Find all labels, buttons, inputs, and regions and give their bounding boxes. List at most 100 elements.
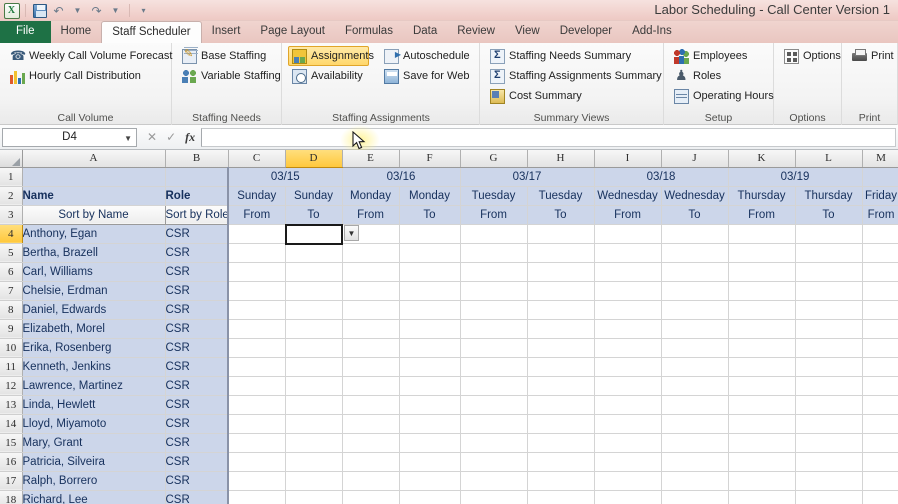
schedule-cell[interactable]	[661, 300, 729, 320]
schedule-cell[interactable]	[594, 300, 662, 320]
schedule-cell[interactable]	[342, 357, 400, 377]
schedule-cell[interactable]	[228, 338, 286, 358]
schedule-cell[interactable]	[399, 281, 461, 301]
employee-role[interactable]: CSR	[165, 490, 229, 504]
schedule-cell[interactable]	[661, 224, 729, 244]
employee-name[interactable]: Erika, Rosenberg	[22, 338, 166, 358]
schedule-cell[interactable]	[342, 414, 400, 434]
schedule-cell[interactable]	[460, 243, 528, 263]
cell-fromto-i3[interactable]: From	[594, 205, 662, 225]
schedule-cell[interactable]	[460, 300, 528, 320]
schedule-cell[interactable]	[728, 471, 796, 491]
schedule-cell[interactable]	[228, 262, 286, 282]
schedule-cell[interactable]	[795, 262, 863, 282]
schedule-cell[interactable]	[594, 224, 662, 244]
schedule-cell[interactable]	[862, 224, 898, 244]
schedule-cell[interactable]	[285, 376, 343, 396]
schedule-cell[interactable]	[795, 338, 863, 358]
schedule-cell[interactable]	[795, 414, 863, 434]
cell-date-0319[interactable]: 03/19	[728, 167, 863, 187]
cell-name-header[interactable]: Name	[22, 186, 166, 206]
schedule-cell[interactable]	[862, 376, 898, 396]
schedule-cell[interactable]	[285, 395, 343, 415]
employee-role[interactable]: CSR	[165, 319, 229, 339]
ribbon-item-weekly-call-volume-forecast[interactable]: Weekly Call Volume Forecast	[6, 46, 172, 66]
row-header-9[interactable]: 9	[0, 319, 23, 339]
employee-name[interactable]: Lloyd, Miyamoto	[22, 414, 166, 434]
schedule-cell[interactable]	[795, 357, 863, 377]
name-box[interactable]: D4 ▼	[2, 127, 137, 147]
schedule-cell[interactable]	[661, 243, 729, 263]
schedule-cell[interactable]	[795, 300, 863, 320]
schedule-cell[interactable]	[460, 224, 528, 244]
schedule-cell[interactable]	[285, 319, 343, 339]
schedule-cell[interactable]	[228, 376, 286, 396]
row-header-18[interactable]: 18	[0, 490, 23, 504]
redo-icon[interactable]: ↷	[88, 2, 105, 19]
schedule-cell[interactable]	[795, 490, 863, 504]
schedule-cell[interactable]	[460, 490, 528, 504]
schedule-cell[interactable]	[795, 376, 863, 396]
employee-role[interactable]: CSR	[165, 433, 229, 453]
schedule-cell[interactable]	[527, 376, 595, 396]
row-header-2[interactable]: 2	[0, 186, 23, 206]
schedule-cell[interactable]	[342, 490, 400, 504]
ribbon-item-employees[interactable]: Employees	[670, 46, 768, 66]
schedule-cell[interactable]	[285, 414, 343, 434]
schedule-cell[interactable]	[342, 300, 400, 320]
cell-fromto-f3[interactable]: To	[399, 205, 461, 225]
cell-date-0318[interactable]: 03/18	[594, 167, 729, 187]
schedule-cell[interactable]	[399, 338, 461, 358]
tab-home[interactable]: Home	[51, 21, 102, 43]
row-header-14[interactable]: 14	[0, 414, 23, 434]
schedule-cell[interactable]	[594, 395, 662, 415]
schedule-cell[interactable]	[862, 471, 898, 491]
schedule-cell[interactable]	[795, 433, 863, 453]
schedule-cell[interactable]	[795, 319, 863, 339]
schedule-cell[interactable]	[862, 414, 898, 434]
cell-day-m2[interactable]: Friday	[862, 186, 898, 206]
schedule-cell[interactable]	[527, 433, 595, 453]
column-header-a[interactable]: A	[22, 150, 166, 168]
tab-insert[interactable]: Insert	[202, 21, 251, 43]
row-header-16[interactable]: 16	[0, 452, 23, 472]
cell-b1[interactable]	[165, 167, 229, 187]
schedule-cell[interactable]	[795, 243, 863, 263]
select-all-corner[interactable]	[0, 150, 23, 168]
schedule-cell[interactable]	[527, 471, 595, 491]
schedule-cell[interactable]	[228, 395, 286, 415]
schedule-cell[interactable]	[342, 338, 400, 358]
schedule-cell[interactable]	[594, 338, 662, 358]
column-header-c[interactable]: C	[228, 150, 286, 168]
schedule-cell[interactable]	[594, 319, 662, 339]
schedule-cell[interactable]	[594, 414, 662, 434]
schedule-cell[interactable]	[728, 452, 796, 472]
schedule-cell[interactable]	[228, 319, 286, 339]
schedule-cell[interactable]	[527, 224, 595, 244]
column-header-f[interactable]: F	[399, 150, 461, 168]
cell-day-f2[interactable]: Monday	[399, 186, 461, 206]
employee-name[interactable]: Elizabeth, Morel	[22, 319, 166, 339]
schedule-cell[interactable]	[228, 490, 286, 504]
spreadsheet-grid[interactable]: A B C D E F G H I J K L M 1 03/15 03/16	[0, 150, 898, 504]
cell-day-h2[interactable]: Tuesday	[527, 186, 595, 206]
schedule-cell[interactable]	[399, 243, 461, 263]
employee-name[interactable]: Chelsie, Erdman	[22, 281, 166, 301]
column-header-g[interactable]: G	[460, 150, 528, 168]
schedule-cell[interactable]	[527, 414, 595, 434]
cell-fromto-d3[interactable]: To	[285, 205, 343, 225]
schedule-cell[interactable]	[594, 281, 662, 301]
schedule-cell[interactable]	[661, 433, 729, 453]
cell-a1[interactable]	[22, 167, 166, 187]
employee-role[interactable]: CSR	[165, 281, 229, 301]
schedule-cell[interactable]	[728, 338, 796, 358]
ribbon-item-hourly-call-distribution[interactable]: Hourly Call Distribution	[6, 66, 166, 86]
schedule-cell[interactable]	[661, 357, 729, 377]
column-header-e[interactable]: E	[342, 150, 400, 168]
employee-name[interactable]: Mary, Grant	[22, 433, 166, 453]
schedule-cell[interactable]	[728, 319, 796, 339]
employee-role[interactable]: CSR	[165, 243, 229, 263]
employee-role[interactable]: CSR	[165, 300, 229, 320]
schedule-cell[interactable]	[527, 490, 595, 504]
row-header-13[interactable]: 13	[0, 395, 23, 415]
